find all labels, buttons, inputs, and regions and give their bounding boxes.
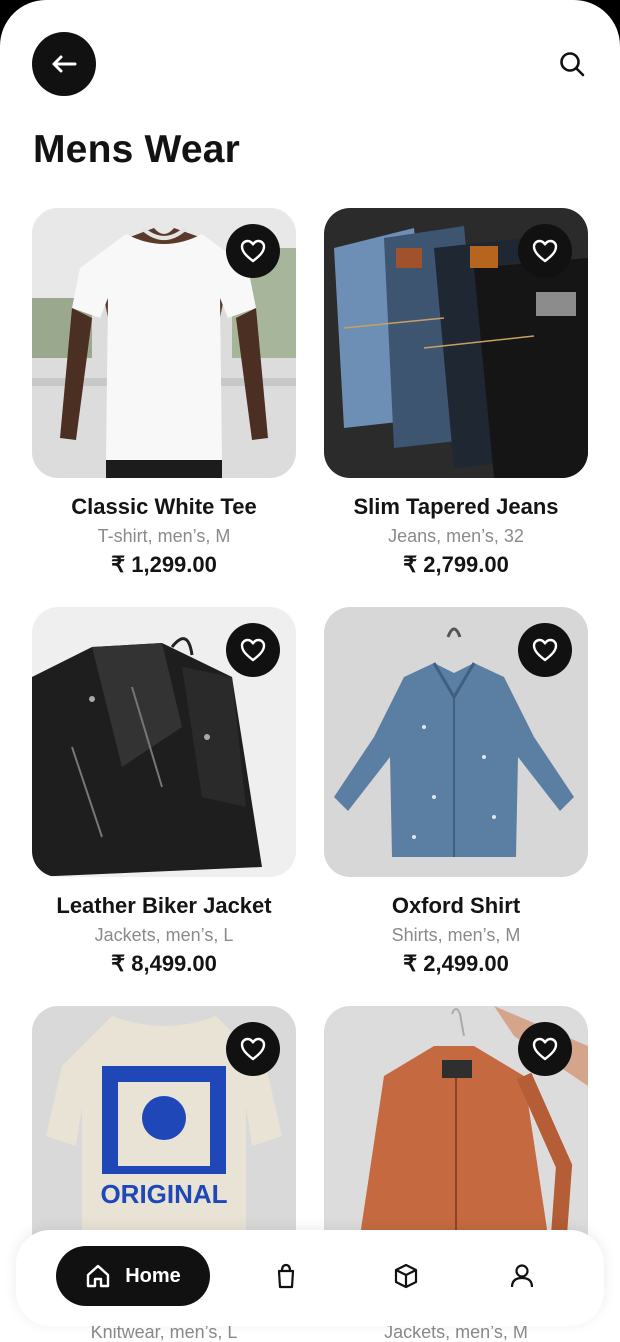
bottom-nav: Home [16, 1230, 604, 1326]
heart-outline-icon [240, 638, 266, 662]
graphic-text: ORIGINAL [100, 1179, 227, 1209]
product-image[interactable] [324, 607, 588, 877]
product-card[interactable]: Slim Tapered Jeans Jeans, men’s, 32 ₹ 2,… [324, 208, 588, 578]
product-meta: Jackets, men’s, L [94, 925, 234, 945]
product-price: ₹ 1,299.00 [111, 552, 217, 577]
favorite-button[interactable] [518, 1022, 572, 1076]
product-image[interactable] [32, 208, 296, 478]
favorite-button[interactable] [226, 1022, 280, 1076]
heart-outline-icon [532, 1037, 558, 1061]
product-meta: Shirts, men’s, M [391, 925, 521, 945]
product-name[interactable]: Classic White Tee [32, 494, 296, 520]
product-price: ₹ 8,499.00 [111, 951, 217, 976]
favorite-button[interactable] [226, 224, 280, 278]
favorite-button[interactable] [226, 623, 280, 677]
product-grid: Classic White Tee T-shirt, men’s, M ₹ 1,… [0, 0, 620, 1342]
product-meta: T-shirt, men’s, M [97, 526, 231, 546]
product-meta: Jeans, men’s, 32 [388, 526, 524, 546]
heart-outline-icon [240, 239, 266, 263]
screen: Mens Wear Classic White Tee T-shirt, men… [0, 0, 620, 1342]
nav-item-home[interactable]: Home [56, 1246, 210, 1306]
product-card[interactable]: Leather Biker Jacket Jackets, men’s, L ₹… [32, 607, 296, 977]
box-icon [394, 1263, 418, 1289]
nav-item-orders[interactable] [388, 1258, 424, 1294]
nav-item-profile[interactable] [504, 1258, 540, 1294]
product-name[interactable]: Oxford Shirt [324, 893, 588, 919]
product-image[interactable] [324, 208, 588, 478]
favorite-button[interactable] [518, 623, 572, 677]
home-icon [87, 1264, 110, 1288]
shopping-bag-icon [277, 1263, 295, 1289]
product-name[interactable]: Leather Biker Jacket [32, 893, 296, 919]
product-card[interactable]: Classic White Tee T-shirt, men’s, M ₹ 1,… [32, 208, 296, 578]
product-price: ₹ 2,799.00 [403, 552, 509, 577]
product-image[interactable] [32, 607, 296, 877]
product-name[interactable]: Slim Tapered Jeans [324, 494, 588, 520]
product-price: ₹ 2,499.00 [403, 951, 509, 976]
user-icon [510, 1264, 534, 1288]
favorite-button[interactable] [518, 224, 572, 278]
nav-item-label: Home [125, 1264, 181, 1287]
heart-outline-icon [532, 239, 558, 263]
product-card[interactable]: Oxford Shirt Shirts, men’s, M ₹ 2,499.00 [324, 607, 588, 977]
nav-item-bag[interactable] [268, 1258, 304, 1294]
heart-outline-icon [240, 1037, 266, 1061]
heart-outline-icon [532, 638, 558, 662]
